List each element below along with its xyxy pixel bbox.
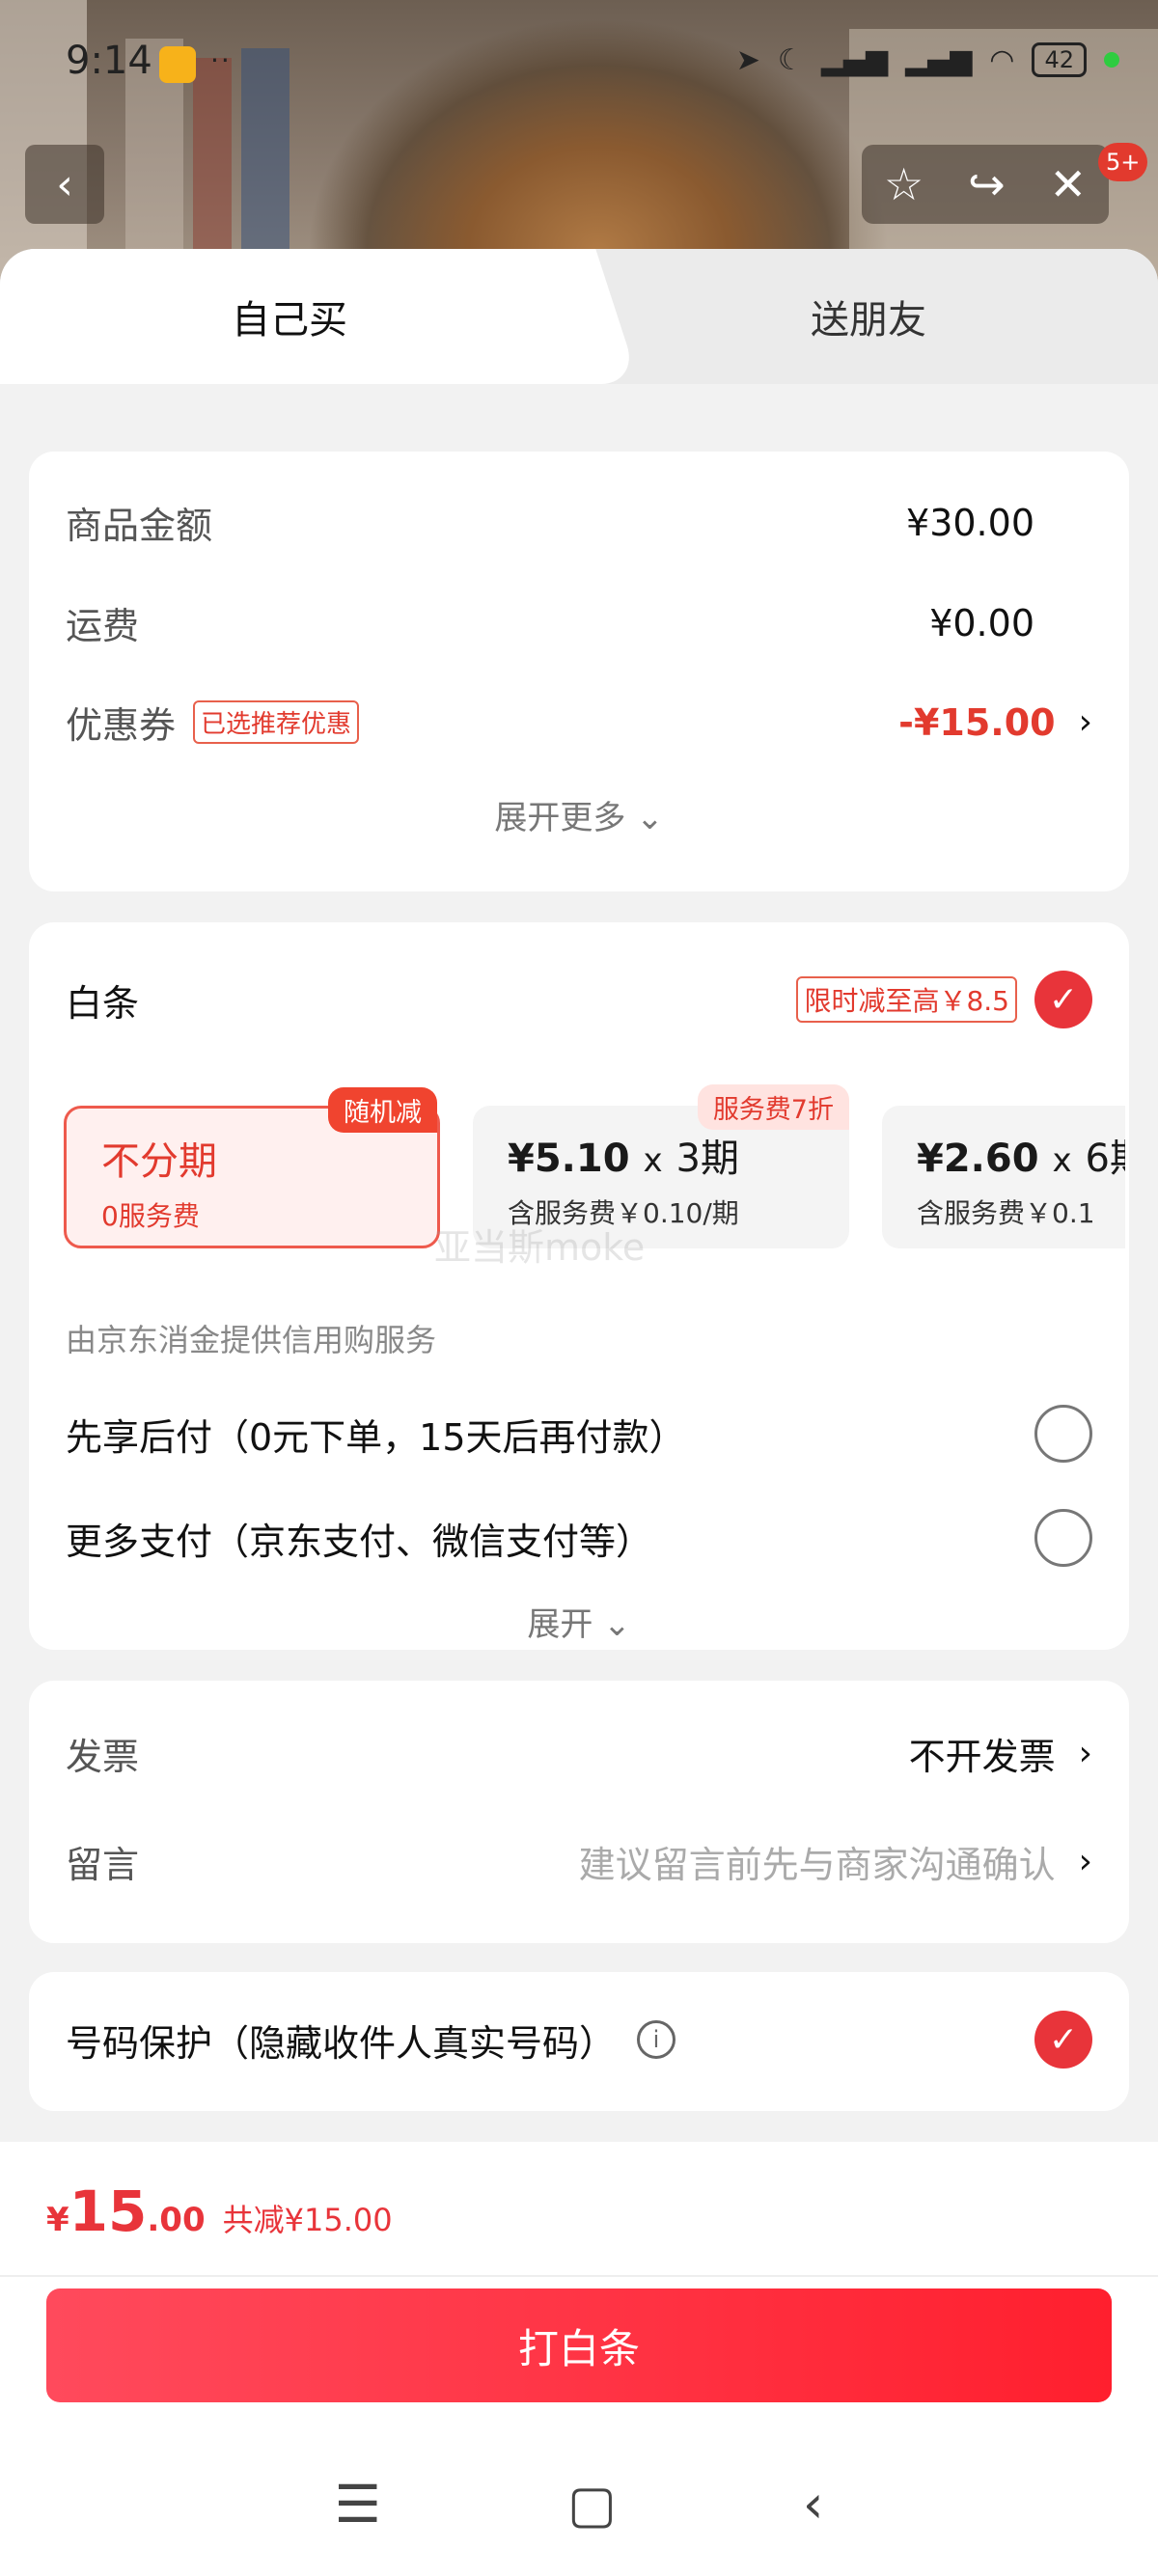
invoice-label: 发票 <box>66 1736 140 1778</box>
invoice-row[interactable]: 发票 不开发票 › <box>66 1727 1092 1780</box>
chevron-right-icon: › <box>1078 702 1092 742</box>
status-bar: 9:14 ·· ➤ ☾ ▂▄▆ ▂▄▆ ◠ 42 <box>0 0 1158 130</box>
invoice-value: 不开发票 <box>908 1736 1056 1778</box>
signal-5g-icon: ▂▄▆ <box>905 42 973 77</box>
share-icon[interactable]: ↪ <box>968 158 1006 210</box>
back-button[interactable]: ‹ <box>25 145 104 224</box>
total-price: ¥ 15 .00 共减¥15.00 <box>46 2179 393 2244</box>
purchase-tabs: 自己买 送朋友 <box>0 249 1158 384</box>
close-icon[interactable]: ✕ <box>1049 158 1087 210</box>
wifi-icon: ◠ <box>989 42 1015 77</box>
plan-subtitle: 含服务费￥0.1 <box>917 1197 1095 1229</box>
notification-app-icon <box>159 46 196 83</box>
tab-buy-for-self[interactable]: 自己买 <box>0 249 579 384</box>
pay-later-label: 先享后付（0元下单，15天后再付款） <box>66 1415 686 1459</box>
message-placeholder: 建议留言前先与商家沟通确认 <box>578 1844 1056 1886</box>
tab-label: 自己买 <box>232 298 347 343</box>
home-icon[interactable]: ▢ <box>567 2474 617 2535</box>
baitiao-promo-tag: 限时减至高￥8.5 <box>796 976 1017 1023</box>
signal-icon: ▂▄▆ <box>820 42 889 77</box>
baitiao-selected-check-icon[interactable]: ✓ <box>1034 971 1092 1028</box>
plan-no-installment[interactable]: 不分期 0服务费 随机减 <box>64 1087 440 1248</box>
baitiao-row[interactable]: 白条 限时减至高￥8.5 ✓ <box>66 971 1092 1028</box>
coupon-value: -¥15.00 <box>898 700 1056 744</box>
tab-label: 送朋友 <box>811 298 926 343</box>
plan-times: x <box>1052 1141 1072 1180</box>
expand-payment-link[interactable]: 展开 ⌄ <box>29 1598 1129 1645</box>
random-discount-badge: 随机减 <box>328 1087 437 1133</box>
info-icon[interactable]: i <box>637 2020 676 2059</box>
number-protection-check-icon[interactable]: ✓ <box>1034 2011 1092 2069</box>
expand-more-link[interactable]: 展开更多 ⌄ <box>29 791 1129 838</box>
goods-amount-label: 商品金额 <box>66 505 213 547</box>
message-row[interactable]: 留言 建议留言前先与商家沟通确认 › <box>66 1835 1092 1888</box>
credit-provider-note: 由京东消金提供信用购服务 <box>66 1322 437 1358</box>
chevron-right-icon: › <box>1078 1734 1092 1773</box>
tab-gift-to-friend[interactable]: 送朋友 <box>579 249 1158 384</box>
plan-amount: ¥5.10 <box>508 1137 630 1181</box>
number-protection-row[interactable]: 号码保护（隐藏收件人真实号码） i ✓ <box>66 2011 1092 2069</box>
chevron-right-icon: › <box>1078 1842 1092 1881</box>
goods-amount-value: ¥30.00 <box>906 501 1034 544</box>
message-label: 留言 <box>66 1844 140 1886</box>
location-icon: ➤ <box>735 42 760 77</box>
expand-more-label: 展开更多 <box>494 799 626 837</box>
chevron-down-icon: ⌄ <box>603 1605 631 1644</box>
pay-later-option[interactable]: 先享后付（0元下单，15天后再付款） <box>66 1405 1092 1463</box>
number-protection-label: 号码保护（隐藏收件人真实号码） <box>66 2021 617 2065</box>
plan-title: 不分期 <box>101 1139 217 1184</box>
privacy-card: 号码保护（隐藏收件人真实号码） i ✓ <box>29 1972 1129 2111</box>
baitiao-title: 白条 <box>66 981 140 1025</box>
pay-later-radio[interactable] <box>1034 1405 1092 1463</box>
status-time: 9:14 <box>66 39 152 83</box>
moon-icon: ☾ <box>777 42 804 77</box>
pay-baitiao-button[interactable]: 打白条 <box>46 2288 1112 2402</box>
price-decimal: .00 <box>147 2201 206 2239</box>
watermark: 亚当斯moke <box>434 1226 646 1269</box>
top-action-group: ☆ ↪ ✕ <box>862 145 1109 224</box>
back-icon[interactable]: ‹ <box>803 2474 824 2535</box>
chevron-down-icon: ⌄ <box>636 799 664 837</box>
plan-period: 3期 <box>676 1137 739 1181</box>
price-currency: ¥ <box>46 2201 69 2239</box>
message-count-badge: 5+ <box>1098 143 1148 181</box>
payment-method-card: 白条 限时减至高￥8.5 ✓ 不分期 0服务费 随机减 ¥5.10 x 3期 含… <box>29 922 1129 1650</box>
privacy-dot-icon <box>1104 52 1119 68</box>
system-navigation-bar: ☰ ▢ ‹ <box>0 2460 1158 2547</box>
plan-6-periods[interactable]: ¥2.60 x 6期 含服务费￥0.1 <box>882 1106 1125 1248</box>
more-payment-radio[interactable] <box>1034 1509 1092 1567</box>
goods-amount-row: 商品金额 ¥30.00 <box>66 496 1092 549</box>
price-integer: 15 <box>69 2179 148 2244</box>
menu-icon[interactable]: ☰ <box>334 2474 380 2535</box>
plan-period: 6期 <box>1085 1137 1125 1181</box>
shipping-row: 运费 ¥0.00 <box>66 596 1092 649</box>
price-summary-card: 商品金额 ¥30.00 运费 ¥0.00 优惠券 已选推荐优惠 -¥15.00 … <box>29 452 1129 891</box>
plan-amount: ¥2.60 <box>917 1137 1039 1181</box>
more-payment-label: 更多支付（京东支付、微信支付等） <box>66 1520 653 1563</box>
more-notifications-icon: ·· <box>210 44 232 76</box>
divider <box>0 2275 1158 2277</box>
shipping-value: ¥0.00 <box>929 601 1034 644</box>
invoice-message-card: 发票 不开发票 › 留言 建议留言前先与商家沟通确认 › <box>29 1681 1129 1943</box>
shipping-label: 运费 <box>66 605 140 647</box>
chevron-left-icon: ‹ <box>56 159 73 209</box>
plan-times: x <box>643 1141 663 1180</box>
coupon-label: 优惠券 <box>66 704 177 747</box>
battery-indicator: 42 <box>1032 42 1087 77</box>
expand-payment-label: 展开 <box>527 1605 593 1644</box>
more-payment-option[interactable]: 更多支付（京东支付、微信支付等） <box>66 1509 1092 1567</box>
coupon-row[interactable]: 优惠券 已选推荐优惠 -¥15.00 › <box>66 696 1092 749</box>
service-fee-discount-badge: 服务费7折 <box>697 1084 849 1130</box>
favorite-star-icon[interactable]: ☆ <box>884 158 924 210</box>
plan-subtitle: 0服务费 <box>101 1200 200 1232</box>
total-saved: 共减¥15.00 <box>222 2202 393 2238</box>
coupon-recommended-tag: 已选推荐优惠 <box>193 700 360 744</box>
